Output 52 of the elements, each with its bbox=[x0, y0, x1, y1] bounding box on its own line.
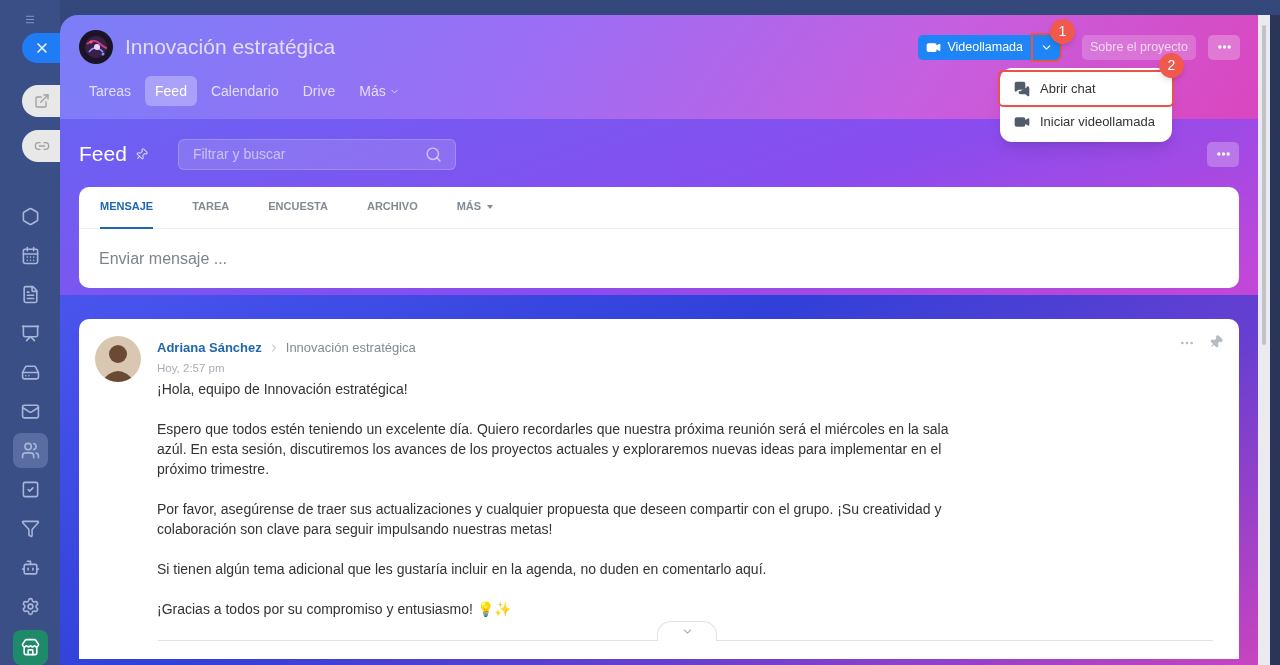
store-icon bbox=[20, 638, 40, 657]
message-input[interactable]: Enviar mensaje ... bbox=[79, 229, 1239, 288]
post-paragraph: Espero que todos estén teniendo un excelente día. Quiero recordarles que nuestra próxima reunión será el miércoles en la sala azúl. En esta sesión, discutiremos los avances de los proyectos actuales y exploraremos nuevas ideas para implementar en el próximo trimestre. bbox=[157, 419, 950, 479]
robot-icon bbox=[20, 558, 40, 577]
callout-badge: 2 bbox=[1159, 53, 1184, 78]
about-project-button[interactable]: Sobre el proyecto bbox=[1082, 34, 1196, 60]
mail-icon bbox=[20, 402, 40, 421]
post-paragraph: Por favor, asegúrense de traer sus actualizaciones y cualquier propuesta que deseen compartir con el grupo. ¡Su creatividad y colaboración son clave para seguir impulsando nuestras metas! bbox=[157, 499, 943, 539]
dropdown-item[interactable]: Iniciar videollamada bbox=[1000, 105, 1172, 138]
settings-icon bbox=[20, 597, 40, 616]
post-paragraph: ¡Hola, equipo de Innovación estratégica! bbox=[157, 379, 409, 399]
post-paragraph: Si tienen algún tema adicional que les gustaría incluir en la agenda, no duden en comentarlo aquí. bbox=[157, 559, 768, 579]
more-button[interactable] bbox=[1208, 34, 1240, 60]
project-tab[interactable]: Más bbox=[349, 76, 410, 106]
sidebar-item[interactable] bbox=[12, 630, 48, 665]
people-icon bbox=[20, 441, 40, 460]
external-link-icon bbox=[34, 93, 50, 109]
presentation-icon bbox=[20, 324, 40, 343]
project-tab[interactable]: Calendario bbox=[200, 76, 289, 106]
project-tab[interactable]: Tareas bbox=[79, 76, 142, 106]
sidebar-item[interactable] bbox=[12, 433, 48, 468]
post-time: Hoy, 2:57 pm bbox=[157, 360, 226, 376]
drive-icon bbox=[20, 363, 40, 382]
open-external-button[interactable] bbox=[22, 85, 62, 117]
project-title: Innovación estratégica bbox=[125, 34, 336, 61]
checkbox-icon bbox=[20, 480, 40, 499]
hexagon-icon bbox=[20, 207, 40, 226]
project-tab[interactable]: Drive bbox=[292, 76, 346, 106]
search-icon[interactable] bbox=[424, 145, 442, 163]
more-button[interactable] bbox=[1207, 141, 1239, 167]
video-call-button[interactable]: Videollamada bbox=[918, 34, 1031, 60]
composer-tab[interactable]: TAREA bbox=[192, 186, 230, 229]
funnel-icon bbox=[20, 519, 40, 538]
project-tab[interactable]: Feed bbox=[145, 76, 197, 106]
composer-tab[interactable]: ENCUESTA bbox=[268, 186, 328, 229]
chat-icon bbox=[1014, 80, 1030, 97]
composer-tab[interactable]: MÁS bbox=[456, 186, 494, 229]
calendar-icon bbox=[20, 246, 40, 265]
callout-badge: 1 bbox=[1050, 19, 1075, 44]
document-icon bbox=[20, 285, 40, 304]
scrollbar-thumb[interactable] bbox=[1262, 25, 1266, 345]
destination-link[interactable]: Innovación estratégica bbox=[285, 338, 416, 358]
composer-tab[interactable]: ARCHIVO bbox=[366, 186, 418, 229]
more-icon bbox=[1216, 152, 1230, 156]
link-button[interactable] bbox=[22, 130, 62, 162]
post-paragraph: ¡Gracias a todos por su compromiso y entusiasmo! 💡✨ bbox=[157, 599, 512, 619]
feed-title: Feed bbox=[79, 141, 127, 168]
avatar bbox=[95, 336, 141, 382]
author-link[interactable]: Adriana Sánchez bbox=[157, 338, 262, 358]
close-button[interactable] bbox=[22, 33, 62, 63]
more-icon bbox=[1217, 45, 1231, 49]
dropdown-toggle-button[interactable] bbox=[1033, 34, 1060, 60]
